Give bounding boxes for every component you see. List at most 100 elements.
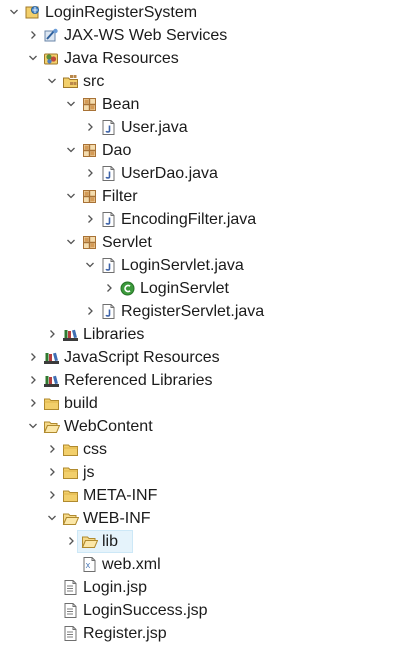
chevron-right-icon[interactable] xyxy=(46,484,58,507)
chevron-down-icon[interactable] xyxy=(65,185,77,208)
package-icon xyxy=(81,96,98,113)
source-folder-icon xyxy=(62,73,79,90)
tree-item-label: META-INF xyxy=(83,487,158,504)
tree-item-encodingfilter-java[interactable]: EncodingFilter.java xyxy=(0,208,402,231)
chevron-right-icon[interactable] xyxy=(27,369,39,392)
tree-item-build[interactable]: build xyxy=(0,392,402,415)
chevron-down-icon[interactable] xyxy=(46,70,58,93)
tree-item-filter[interactable]: Filter xyxy=(0,185,402,208)
tree-item-loginservlet-java[interactable]: LoginServlet.java xyxy=(0,254,402,277)
java-file-icon xyxy=(100,165,117,182)
libraries-icon xyxy=(43,372,60,389)
tree-item-web-inf[interactable]: WEB-INF xyxy=(0,507,402,530)
tree-item-webcontent[interactable]: WebContent xyxy=(0,415,402,438)
java-file-icon xyxy=(100,211,117,228)
class-icon xyxy=(119,280,136,297)
tree-item-java-resources[interactable]: Java Resources xyxy=(0,47,402,70)
tree-item-label: Referenced Libraries xyxy=(64,372,213,389)
tree-item-label: RegisterServlet.java xyxy=(121,303,265,320)
libraries-icon xyxy=(43,349,60,366)
tree-item-label: UserDao.java xyxy=(121,165,218,182)
tree-item-meta-inf[interactable]: META-INF xyxy=(0,484,402,507)
tree-item-js[interactable]: js xyxy=(0,461,402,484)
web-services-icon xyxy=(43,27,60,44)
chevron-down-icon[interactable] xyxy=(65,93,77,116)
chevron-right-icon[interactable] xyxy=(84,162,96,185)
chevron-down-icon[interactable] xyxy=(8,1,20,24)
chevron-right-icon[interactable] xyxy=(27,346,39,369)
java-file-icon xyxy=(100,257,117,274)
tree-item-label: web.xml xyxy=(102,556,161,573)
tree-item-label: WebContent xyxy=(64,418,153,435)
chevron-down-icon[interactable] xyxy=(27,47,39,70)
chevron-right-icon[interactable] xyxy=(103,277,115,300)
folder-open-icon xyxy=(43,418,60,435)
tree-item-label: LoginRegisterSystem xyxy=(45,4,198,21)
chevron-down-icon[interactable] xyxy=(46,507,58,530)
java-file-icon xyxy=(100,119,117,136)
tree-item-servlet[interactable]: Servlet xyxy=(0,231,402,254)
package-icon xyxy=(81,234,98,251)
folder-open-icon xyxy=(62,510,79,527)
tree-item-label: JavaScript Resources xyxy=(64,349,220,366)
chevron-right-icon[interactable] xyxy=(46,438,58,461)
chevron-down-icon[interactable] xyxy=(27,415,39,438)
tree-item-label: Servlet xyxy=(102,234,152,251)
tree-item-src[interactable]: src xyxy=(0,70,402,93)
tree-item-lib[interactable]: lib xyxy=(0,530,402,553)
tree-item-label: src xyxy=(83,73,105,90)
tree-item-loginservlet[interactable]: LoginServlet xyxy=(0,277,402,300)
tree-item-bean[interactable]: Bean xyxy=(0,93,402,116)
folder-icon xyxy=(62,441,79,458)
tree-item-label: WEB-INF xyxy=(83,510,151,527)
tree-item-label: Dao xyxy=(102,142,132,159)
tree-item-user-java[interactable]: User.java xyxy=(0,116,402,139)
tree-item-dao[interactable]: Dao xyxy=(0,139,402,162)
chevron-right-icon[interactable] xyxy=(65,530,77,553)
xml-file-icon: X xyxy=(81,556,98,573)
tree-item-userdao-java[interactable]: UserDao.java xyxy=(0,162,402,185)
tree-item-register-jsp[interactable]: Register.jsp xyxy=(0,622,402,645)
tree-item-label: LoginServlet.java xyxy=(121,257,244,274)
chevron-right-icon[interactable] xyxy=(84,300,96,323)
package-icon xyxy=(81,142,98,159)
chevron-down-icon[interactable] xyxy=(65,231,77,254)
tree-item-css[interactable]: css xyxy=(0,438,402,461)
tree-item-label: css xyxy=(83,441,107,458)
tree-item-label: JAX-WS Web Services xyxy=(64,27,228,44)
tree-item-registerservlet-java[interactable]: RegisterServlet.java xyxy=(0,300,402,323)
folder-open-icon xyxy=(81,533,98,550)
tree-item-jax-ws-web-services[interactable]: JAX-WS Web Services xyxy=(0,24,402,47)
tree-item-referenced-libraries[interactable]: Referenced Libraries xyxy=(0,369,402,392)
tree-item-label: LoginServlet xyxy=(140,280,229,297)
chevron-right-icon[interactable] xyxy=(27,24,39,47)
java-resources-icon xyxy=(43,50,60,67)
tree-item-web-xml[interactable]: Xweb.xml xyxy=(0,553,402,576)
chevron-right-icon[interactable] xyxy=(46,461,58,484)
tree-item-javascript-resources[interactable]: JavaScript Resources xyxy=(0,346,402,369)
tree-item-label: Java Resources xyxy=(64,50,179,67)
folder-icon xyxy=(62,464,79,481)
chevron-right-icon[interactable] xyxy=(84,116,96,139)
java-file-icon xyxy=(100,303,117,320)
svg-text:X: X xyxy=(86,562,91,570)
tree-item-loginsuccess-jsp[interactable]: LoginSuccess.jsp xyxy=(0,599,402,622)
tree-item-label: js xyxy=(83,464,95,481)
tree-item-loginregistersystem[interactable]: LoginRegisterSystem xyxy=(0,1,402,24)
tree-item-libraries[interactable]: Libraries xyxy=(0,323,402,346)
libraries-icon xyxy=(62,326,79,343)
package-icon xyxy=(81,188,98,205)
tree-item-label: build xyxy=(64,395,98,412)
chevron-right-icon[interactable] xyxy=(27,392,39,415)
jsp-file-icon xyxy=(62,625,79,642)
chevron-down-icon[interactable] xyxy=(84,254,96,277)
chevron-down-icon[interactable] xyxy=(65,139,77,162)
chevron-right-icon[interactable] xyxy=(84,208,96,231)
chevron-right-icon[interactable] xyxy=(46,323,58,346)
tree-item-label: Register.jsp xyxy=(83,625,167,642)
folder-icon xyxy=(62,487,79,504)
tree-item-label: EncodingFilter.java xyxy=(121,211,257,228)
tree-item-label: lib xyxy=(102,533,119,550)
tree-item-login-jsp[interactable]: Login.jsp xyxy=(0,576,402,599)
folder-icon xyxy=(43,395,60,412)
